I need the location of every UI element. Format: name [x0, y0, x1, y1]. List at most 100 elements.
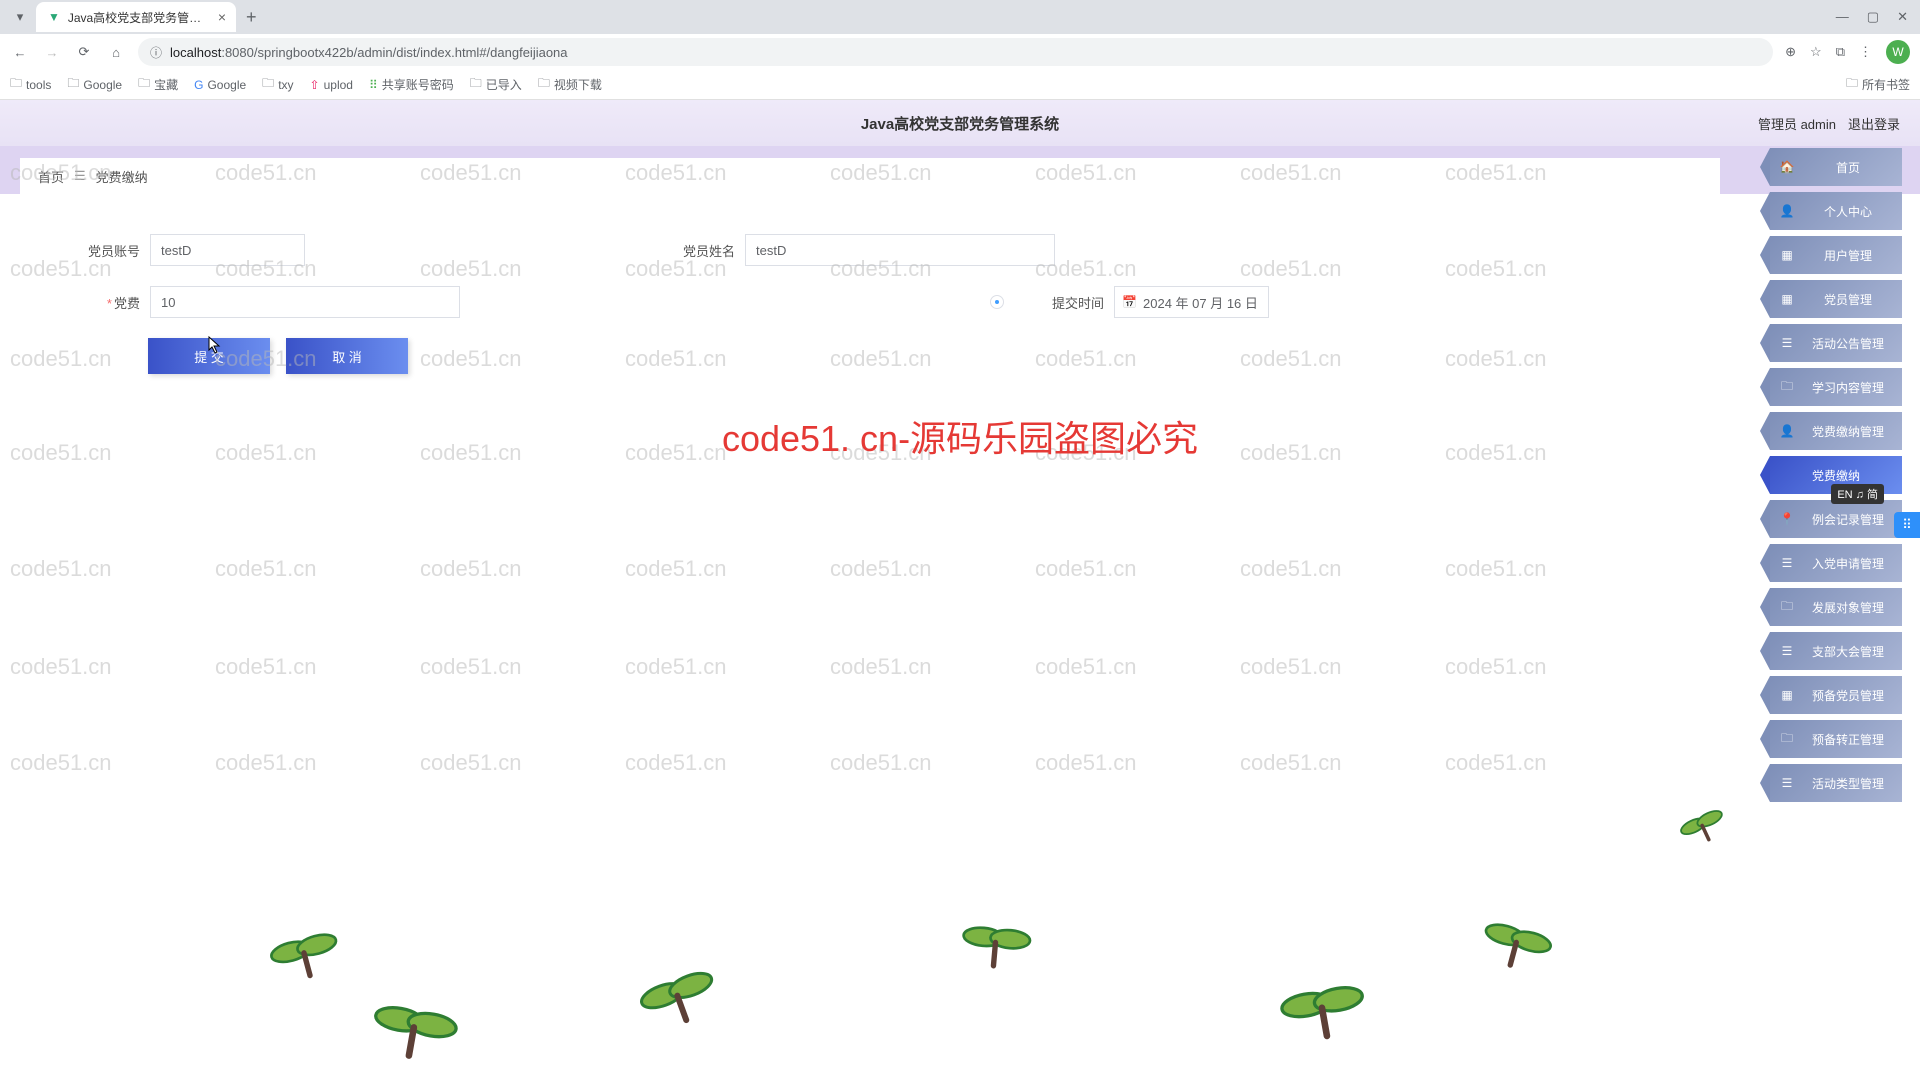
date-input[interactable]	[1114, 286, 1269, 318]
watermark-text: code51.cn	[625, 556, 727, 582]
sidebar-item-announce-mgmt[interactable]: ☰活动公告管理	[1770, 324, 1902, 362]
site-info-icon[interactable]: ⓘ	[150, 44, 162, 61]
watermark-text: code51.cn	[830, 440, 932, 466]
person-icon: 👤	[1778, 424, 1796, 438]
watermark-text: code51.cn	[1240, 750, 1342, 776]
share-icon: ⠿	[369, 78, 378, 92]
browser-tab[interactable]: ▼ Java高校党支部党务管理系统 ×	[36, 2, 236, 32]
language-badge[interactable]: EN ♫ 简	[1831, 484, 1884, 504]
sidebar-item-meeting-mgmt[interactable]: 📍例会记录管理	[1770, 500, 1902, 538]
folder-icon: 🗀	[1778, 377, 1796, 398]
breadcrumb-separator-icon: ☰	[74, 168, 86, 184]
sidebar-item-develop-mgmt[interactable]: 🗀发展对象管理	[1770, 588, 1902, 626]
sidebar-item-study-mgmt[interactable]: 🗀学习内容管理	[1770, 368, 1902, 406]
sidebar-item-home[interactable]: 🏠首页	[1770, 148, 1902, 186]
dragonfly-icon	[958, 917, 1034, 977]
dragonfly-icon	[1474, 912, 1558, 983]
submit-button[interactable]: 提 交	[148, 338, 270, 374]
watermark-text: code51.cn	[1035, 440, 1137, 466]
tab-close-icon[interactable]: ×	[218, 9, 226, 25]
new-tab-icon[interactable]: +	[246, 7, 257, 28]
watermark-text: code51.cn	[1035, 556, 1137, 582]
bookmark-item[interactable]: 🗀txy	[262, 74, 293, 95]
dragonfly-icon	[1675, 802, 1734, 855]
folder-icon: 🗀	[538, 74, 550, 95]
fee-input[interactable]	[150, 286, 460, 318]
watermark-text: code51.cn	[1445, 750, 1547, 776]
watermark-text: code51.cn	[830, 750, 932, 776]
user-label[interactable]: 管理员 admin	[1758, 114, 1836, 133]
url-box[interactable]: ⓘ localhost:8080/springbootx422b/admin/d…	[138, 38, 1773, 66]
form-content: 党员账号 党员姓名 *党费 提交时间 📅 提 交 取 消	[0, 194, 1920, 374]
bookmark-item[interactable]: GGoogle	[194, 78, 246, 92]
watermark-text: code51.cn	[1445, 556, 1547, 582]
folder-icon: 🗀	[10, 74, 22, 95]
folder-icon: 🗀	[1846, 74, 1858, 95]
watermark-text: code51.cn	[1445, 440, 1547, 466]
radio-icon[interactable]	[990, 295, 1004, 309]
tab-bar: ▾ ▼ Java高校党支部党务管理系统 × + — ▢ ✕	[0, 0, 1920, 34]
logout-link[interactable]: 退出登录	[1848, 114, 1900, 133]
bookmark-item[interactable]: 🗀已导入	[470, 74, 522, 95]
bookmark-item[interactable]: ⠿共享账号密码	[369, 76, 454, 93]
sidebar-item-confirm-mgmt[interactable]: 🗀预备转正管理	[1770, 720, 1902, 758]
cancel-button[interactable]: 取 消	[286, 338, 408, 374]
name-input[interactable]	[745, 234, 1055, 266]
bookmark-item[interactable]: 🗀tools	[10, 74, 51, 95]
close-window-icon[interactable]: ✕	[1897, 9, 1908, 25]
favicon-icon: ▼	[46, 9, 62, 25]
bookmark-item[interactable]: 🗀视频下载	[538, 74, 602, 95]
watermark-text: code51.cn	[215, 654, 317, 680]
sidebar-item-activity-type[interactable]: ☰活动类型管理	[1770, 764, 1902, 802]
list-icon: ☰	[1778, 556, 1796, 570]
sidebar-item-fee-mgmt[interactable]: 👤党费缴纳管理	[1770, 412, 1902, 450]
google-icon: G	[194, 78, 203, 92]
center-watermark: code51. cn-源码乐园盗图必究	[722, 410, 1198, 462]
minimize-icon[interactable]: —	[1836, 9, 1849, 25]
watermark-text: code51.cn	[1035, 654, 1137, 680]
watermark-text: code51.cn	[625, 440, 727, 466]
watermark-text: code51.cn	[10, 750, 112, 776]
maximize-icon[interactable]: ▢	[1867, 9, 1879, 25]
back-icon[interactable]: ←	[10, 45, 30, 60]
watermark-text: code51.cn	[10, 440, 112, 466]
sidebar-item-member-mgmt[interactable]: ▦党员管理	[1770, 280, 1902, 318]
extensions-icon[interactable]: ⧉	[1836, 44, 1845, 60]
watermark-text: code51.cn	[1035, 750, 1137, 776]
folder-icon: 🗀	[1778, 729, 1796, 750]
bookmark-star-icon[interactable]: ☆	[1810, 44, 1822, 60]
all-bookmarks[interactable]: 🗀所有书签	[1846, 74, 1910, 95]
watermark-text: code51.cn	[215, 750, 317, 776]
address-bar: ← → ⟳ ⌂ ⓘ localhost:8080/springbootx422b…	[0, 34, 1920, 70]
tab-search-icon[interactable]: ▾	[8, 5, 32, 29]
translate-icon[interactable]: ⊕	[1785, 44, 1796, 60]
right-sidebar: 🏠首页 👤个人中心 ▦用户管理 ▦党员管理 ☰活动公告管理 🗀学习内容管理 👤党…	[1770, 148, 1902, 802]
pin-icon: 📍	[1778, 512, 1796, 526]
home-icon[interactable]: ⌂	[106, 45, 126, 60]
account-input[interactable]	[150, 234, 305, 266]
bookmark-item[interactable]: 🗀Google	[67, 74, 122, 95]
name-label: 党员姓名	[675, 241, 735, 260]
watermark-text: code51.cn	[1240, 654, 1342, 680]
sidebar-item-profile[interactable]: 👤个人中心	[1770, 192, 1902, 230]
breadcrumb-home[interactable]: 首页	[38, 167, 64, 186]
profile-avatar[interactable]: W	[1886, 40, 1910, 64]
sidebar-item-probation-mgmt[interactable]: ▦预备党员管理	[1770, 676, 1902, 714]
grid-icon: ▦	[1778, 248, 1796, 262]
home-icon: 🏠	[1778, 160, 1796, 174]
watermark-text: code51.cn	[215, 440, 317, 466]
person-icon: 👤	[1778, 204, 1796, 218]
sidebar-item-user-mgmt[interactable]: ▦用户管理	[1770, 236, 1902, 274]
time-label: 提交时间	[1034, 293, 1104, 312]
sidebar-item-apply-mgmt[interactable]: ☰入党申请管理	[1770, 544, 1902, 582]
sidebar-item-branch-mgmt[interactable]: ☰支部大会管理	[1770, 632, 1902, 670]
fee-label: *党费	[80, 293, 140, 312]
reload-icon[interactable]: ⟳	[74, 44, 94, 60]
watermark-text: code51.cn	[420, 750, 522, 776]
bookmark-item[interactable]: ⇧uplod	[310, 78, 353, 92]
watermark-text: code51.cn	[1240, 440, 1342, 466]
breadcrumb-wrap: 首页 ☰ 党费缴纳	[0, 146, 1920, 194]
menu-icon[interactable]: ⋮	[1859, 44, 1872, 60]
float-tool-icon[interactable]: ⠿	[1894, 512, 1920, 538]
bookmark-item[interactable]: 🗀宝藏	[138, 74, 178, 95]
